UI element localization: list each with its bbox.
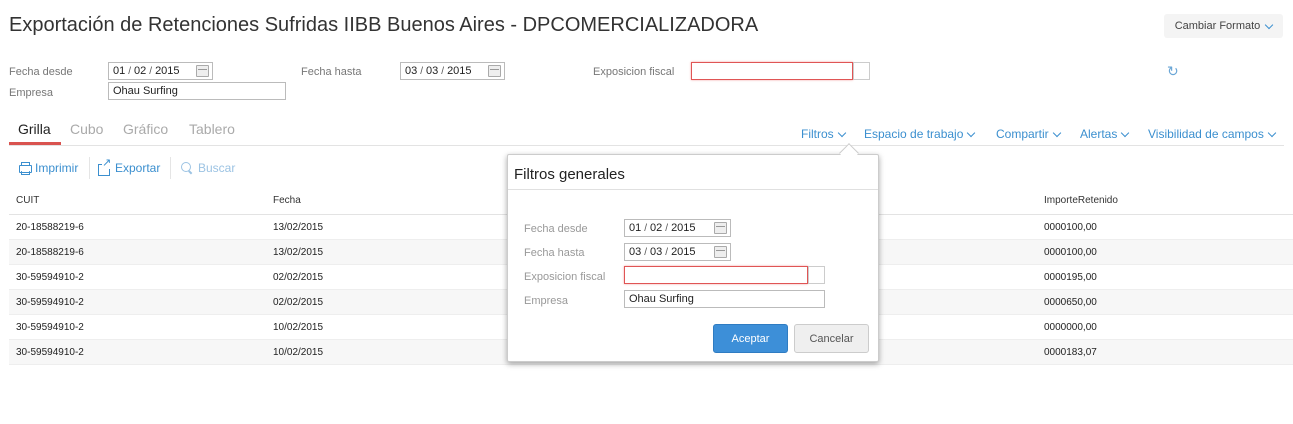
toolbar-divider bbox=[170, 157, 171, 179]
date-year: 2015 bbox=[447, 65, 472, 77]
tab-tablero[interactable]: Tablero bbox=[189, 121, 235, 137]
cell-importe: 0000195,00 bbox=[1044, 272, 1097, 283]
cell-importe: 0000100,00 bbox=[1044, 247, 1097, 258]
cell-cuit: 30-59594910-2 bbox=[16, 347, 84, 358]
date-month: 02 bbox=[650, 222, 663, 234]
search-button[interactable]: Buscar bbox=[181, 161, 235, 175]
column-header-cuit[interactable]: CUIT bbox=[16, 189, 39, 213]
chevron-down-icon bbox=[967, 128, 976, 137]
accept-button[interactable]: Aceptar bbox=[713, 324, 788, 353]
tab-grilla[interactable]: Grilla bbox=[18, 121, 51, 137]
toolbar-divider bbox=[89, 157, 90, 179]
tab-grafico[interactable]: Gráfico bbox=[123, 121, 168, 137]
cell-cuit: 30-59594910-2 bbox=[16, 297, 84, 308]
popup-exposicion-fiscal-label: Exposicion fiscal bbox=[524, 271, 606, 283]
print-label: Imprimir bbox=[35, 161, 79, 175]
date-month: 02 bbox=[134, 65, 147, 77]
date-year: 2015 bbox=[671, 222, 696, 234]
change-format-label: Cambiar Formato bbox=[1174, 20, 1261, 32]
date-year: 2015 bbox=[155, 65, 180, 77]
printer-icon bbox=[18, 162, 32, 174]
export-button[interactable]: Exportar bbox=[98, 157, 161, 176]
date-day: 03 bbox=[405, 65, 418, 77]
menu-label: Filtros bbox=[801, 127, 834, 141]
print-button[interactable]: Imprimir bbox=[18, 161, 78, 175]
cell-importe: 0000000,00 bbox=[1044, 322, 1097, 333]
popup-fecha-hasta-label: Fecha hasta bbox=[524, 247, 585, 259]
empresa-label: Empresa bbox=[9, 87, 54, 99]
fecha-desde-label: Fecha desde bbox=[9, 66, 73, 78]
menu-compartir[interactable]: Compartir bbox=[996, 127, 1061, 141]
cell-fecha: 13/02/2015 bbox=[273, 247, 324, 258]
popup-empresa-label: Empresa bbox=[524, 295, 569, 307]
cell-cuit: 30-59594910-2 bbox=[16, 322, 84, 333]
chevron-down-icon bbox=[1052, 128, 1061, 137]
exposicion-fiscal-input[interactable] bbox=[691, 62, 853, 80]
menu-visibilidad-de-campos[interactable]: Visibilidad de campos bbox=[1148, 127, 1277, 141]
chevron-down-icon bbox=[1265, 20, 1274, 29]
popup-exposicion-fiscal-lookup-button[interactable] bbox=[808, 266, 825, 284]
menu-label: Espacio de trabajo bbox=[864, 127, 964, 141]
cell-fecha: 13/02/2015 bbox=[273, 222, 324, 233]
export-icon bbox=[98, 157, 112, 176]
empresa-input[interactable]: Ohau Surfing bbox=[108, 82, 286, 100]
cell-importe: 0000183,07 bbox=[1044, 347, 1097, 358]
change-format-button[interactable]: Cambiar Formato bbox=[1164, 14, 1283, 38]
popup-exposicion-fiscal-input[interactable] bbox=[624, 266, 808, 284]
date-year: 2015 bbox=[671, 246, 696, 258]
cell-cuit: 20-18588219-6 bbox=[16, 222, 84, 233]
page-title: Exportación de Retenciones Sufridas IIBB… bbox=[9, 14, 759, 36]
export-label: Exportar bbox=[115, 161, 161, 175]
calendar-icon[interactable] bbox=[714, 246, 727, 258]
popup-title: Filtros generales bbox=[514, 166, 625, 183]
filters-popup: Filtros generales Fecha desde 01/ 02/ 20… bbox=[507, 154, 879, 362]
tab-cubo[interactable]: Cubo bbox=[70, 121, 103, 137]
calendar-icon[interactable] bbox=[488, 65, 501, 77]
column-header-fecha[interactable]: Fecha bbox=[273, 189, 301, 213]
date-month: 03 bbox=[426, 65, 439, 77]
column-header-importe-retenido[interactable]: ImporteRetenido bbox=[1044, 189, 1118, 213]
menu-filtros[interactable]: Filtros bbox=[801, 127, 846, 141]
tabs-divider bbox=[9, 145, 1284, 146]
cell-cuit: 30-59594910-2 bbox=[16, 272, 84, 283]
cell-fecha: 10/02/2015 bbox=[273, 347, 324, 358]
popup-empresa-input[interactable]: Ohau Surfing bbox=[624, 290, 825, 308]
menu-alertas[interactable]: Alertas bbox=[1080, 127, 1130, 141]
exposicion-fiscal-label: Exposicion fiscal bbox=[593, 66, 675, 78]
cell-cuit: 20-18588219-6 bbox=[16, 247, 84, 258]
popup-fecha-desde-label: Fecha desde bbox=[524, 223, 588, 235]
cell-importe: 0000100,00 bbox=[1044, 222, 1097, 233]
popup-divider bbox=[508, 189, 878, 190]
date-day: 01 bbox=[629, 222, 642, 234]
fecha-desde-input[interactable]: 01/ 02/ 2015 bbox=[108, 62, 213, 80]
cell-importe: 0000650,00 bbox=[1044, 297, 1097, 308]
date-day: 01 bbox=[113, 65, 126, 77]
cell-fecha: 10/02/2015 bbox=[273, 322, 324, 333]
date-day: 03 bbox=[629, 246, 642, 258]
menu-label: Compartir bbox=[996, 127, 1049, 141]
menu-label: Alertas bbox=[1080, 127, 1118, 141]
chevron-down-icon bbox=[837, 128, 846, 137]
search-label: Buscar bbox=[198, 161, 236, 175]
refresh-icon[interactable]: ↻ bbox=[1167, 64, 1182, 79]
chevron-down-icon bbox=[1121, 128, 1130, 137]
chevron-down-icon bbox=[1267, 128, 1277, 137]
calendar-icon[interactable] bbox=[714, 222, 727, 234]
menu-espacio-de-trabajo[interactable]: Espacio de trabajo bbox=[864, 127, 976, 141]
cancel-button[interactable]: Cancelar bbox=[794, 324, 869, 353]
fecha-hasta-label: Fecha hasta bbox=[301, 66, 362, 78]
search-icon bbox=[181, 162, 194, 174]
popup-fecha-hasta-input[interactable]: 03/ 03/ 2015 bbox=[624, 243, 731, 261]
calendar-icon[interactable] bbox=[196, 65, 209, 77]
cell-fecha: 02/02/2015 bbox=[273, 272, 324, 283]
cell-fecha: 02/02/2015 bbox=[273, 297, 324, 308]
fecha-hasta-input[interactable]: 03/ 03/ 2015 bbox=[400, 62, 505, 80]
active-tab-indicator bbox=[9, 142, 61, 145]
date-month: 03 bbox=[650, 246, 663, 258]
menu-label: Visibilidad de campos bbox=[1148, 127, 1264, 141]
popup-fecha-desde-input[interactable]: 01/ 02/ 2015 bbox=[624, 219, 731, 237]
exposicion-fiscal-lookup-button[interactable] bbox=[853, 62, 870, 80]
